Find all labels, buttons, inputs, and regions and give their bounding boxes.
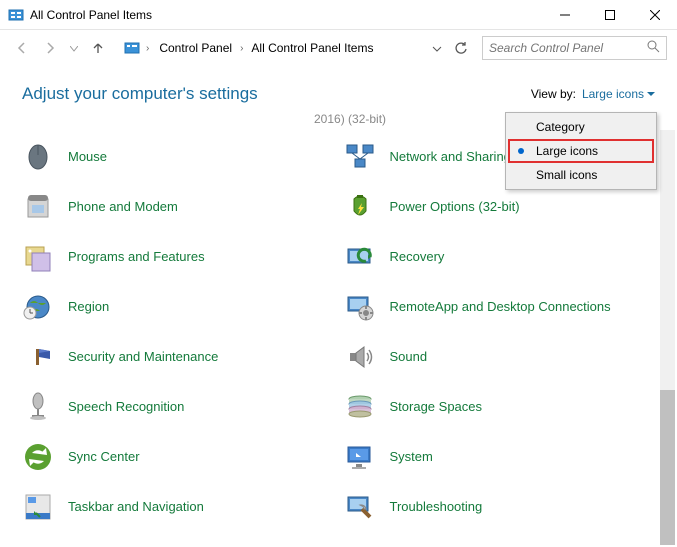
- breadcrumb: Control Panel › All Control Panel Items: [155, 38, 424, 58]
- menu-item-category[interactable]: Category: [508, 115, 654, 139]
- search-input[interactable]: [489, 41, 647, 55]
- speech-icon: [22, 391, 54, 423]
- cp-item[interactable]: Taskbar and Navigation: [22, 482, 334, 532]
- cp-item[interactable]: System: [344, 432, 656, 482]
- cp-item-label: Taskbar and Navigation: [68, 499, 204, 515]
- cp-item-label: Speech Recognition: [68, 399, 184, 415]
- cp-item-label: Security and Maintenance: [68, 349, 218, 365]
- cp-item[interactable]: Troubleshooting: [344, 482, 656, 532]
- view-by-dropdown[interactable]: Large icons: [582, 87, 655, 101]
- system-icon: [344, 441, 376, 473]
- cp-item[interactable]: Phone and Modem: [22, 182, 334, 232]
- remoteapp-icon: [344, 291, 376, 323]
- breadcrumb-control-panel[interactable]: Control Panel: [155, 38, 236, 58]
- chevron-right-icon[interactable]: ›: [238, 43, 245, 54]
- view-by-menu: Category Large icons Small icons: [505, 112, 657, 190]
- cp-item-label: Sound: [390, 349, 428, 365]
- up-button[interactable]: [86, 36, 110, 60]
- cp-item[interactable]: RemoteApp and Desktop Connections: [344, 282, 656, 332]
- search-icon[interactable]: [647, 40, 660, 56]
- sync-icon: [22, 441, 54, 473]
- forward-button[interactable]: [38, 36, 62, 60]
- refresh-button[interactable]: [450, 41, 472, 55]
- menu-item-large-icons[interactable]: Large icons: [508, 139, 654, 163]
- address-icon: [124, 40, 140, 56]
- maximize-button[interactable]: [587, 0, 632, 30]
- cp-item[interactable]: Region: [22, 282, 334, 332]
- titlebar: All Control Panel Items: [0, 0, 677, 30]
- security-icon: [22, 341, 54, 373]
- cp-item-label: Troubleshooting: [390, 499, 483, 515]
- window-title: All Control Panel Items: [30, 8, 542, 22]
- recovery-icon: [344, 241, 376, 273]
- cp-item[interactable]: Programs and Features: [22, 232, 334, 282]
- programs-icon: [22, 241, 54, 273]
- troubleshoot-icon: [344, 491, 376, 523]
- minimize-button[interactable]: [542, 0, 587, 30]
- close-button[interactable]: [632, 0, 677, 30]
- cp-item-label: Storage Spaces: [390, 399, 483, 415]
- bullet-icon: [518, 148, 524, 154]
- cp-item-label: Mouse: [68, 149, 107, 165]
- network-icon: [344, 141, 376, 173]
- cp-item-label: Phone and Modem: [68, 199, 178, 215]
- cp-item-label: RemoteApp and Desktop Connections: [390, 299, 611, 315]
- cp-item[interactable]: Sound: [344, 332, 656, 382]
- scrollbar[interactable]: [660, 130, 675, 545]
- cp-item-label: Power Options (32-bit): [390, 199, 520, 215]
- items-grid: MouseNetwork and Sharing CenterPhone and…: [22, 132, 655, 532]
- cp-item[interactable]: Speech Recognition: [22, 382, 334, 432]
- sound-icon: [344, 341, 376, 373]
- cp-item[interactable]: Storage Spaces: [344, 382, 656, 432]
- search-box[interactable]: [482, 36, 667, 60]
- region-icon: [22, 291, 54, 323]
- breadcrumb-all-items[interactable]: All Control Panel Items: [247, 38, 377, 58]
- window-controls: [542, 0, 677, 30]
- cp-item-label: Programs and Features: [68, 249, 205, 265]
- cp-item-label: Region: [68, 299, 109, 315]
- back-button[interactable]: [10, 36, 34, 60]
- cp-item[interactable]: Recovery: [344, 232, 656, 282]
- chevron-right-icon[interactable]: ›: [144, 43, 151, 54]
- page-title: Adjust your computer's settings: [22, 84, 258, 104]
- cp-item[interactable]: Mouse: [22, 132, 334, 182]
- view-by-label: View by:: [531, 87, 576, 101]
- scrollbar-thumb[interactable]: [660, 390, 675, 545]
- menu-item-small-icons[interactable]: Small icons: [508, 163, 654, 187]
- storage-icon: [344, 391, 376, 423]
- cp-item[interactable]: Security and Maintenance: [22, 332, 334, 382]
- taskbar-icon: [22, 491, 54, 523]
- navbar: › Control Panel › All Control Panel Item…: [0, 30, 677, 66]
- cp-item[interactable]: Sync Center: [22, 432, 334, 482]
- app-icon: [8, 7, 24, 23]
- address-dropdown[interactable]: [428, 41, 446, 55]
- mouse-icon: [22, 141, 54, 173]
- view-by: View by: Large icons: [531, 87, 655, 101]
- cp-item-label: System: [390, 449, 433, 465]
- history-dropdown[interactable]: [66, 41, 82, 55]
- phone-icon: [22, 191, 54, 223]
- cp-item-label: Sync Center: [68, 449, 140, 465]
- cp-item-label: Recovery: [390, 249, 445, 265]
- power-icon: [344, 191, 376, 223]
